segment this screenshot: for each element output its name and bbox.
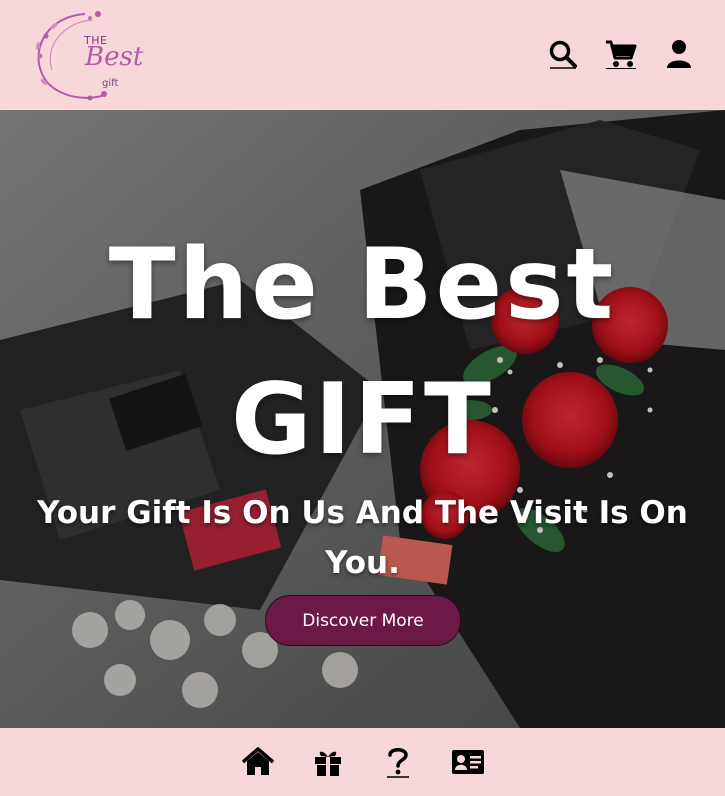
- discover-more-button[interactable]: Discover More: [265, 595, 461, 646]
- question-icon[interactable]: [381, 745, 415, 779]
- home-icon[interactable]: [241, 745, 275, 779]
- bottom-navigation: [0, 728, 725, 796]
- header-actions: [547, 38, 695, 70]
- search-icon[interactable]: [547, 38, 579, 70]
- logo-text-gift: gift: [102, 78, 119, 89]
- user-icon[interactable]: [663, 38, 695, 70]
- cart-icon[interactable]: [605, 38, 637, 70]
- hero-title-line2: GIFT: [231, 363, 494, 477]
- hero-banner: The Best GIFT Your Gift Is On Us And The…: [0, 110, 725, 728]
- brand-logo[interactable]: THE Best gift: [30, 6, 143, 104]
- hero-subtitle: Your Gift Is On Us And The Visit Is On Y…: [37, 495, 688, 581]
- logo-text-best: Best: [85, 42, 144, 72]
- gift-icon[interactable]: [311, 745, 345, 779]
- site-header: THE Best gift: [0, 0, 725, 110]
- contact-card-icon[interactable]: [451, 745, 485, 779]
- hero-title-line1: The Best: [108, 228, 617, 342]
